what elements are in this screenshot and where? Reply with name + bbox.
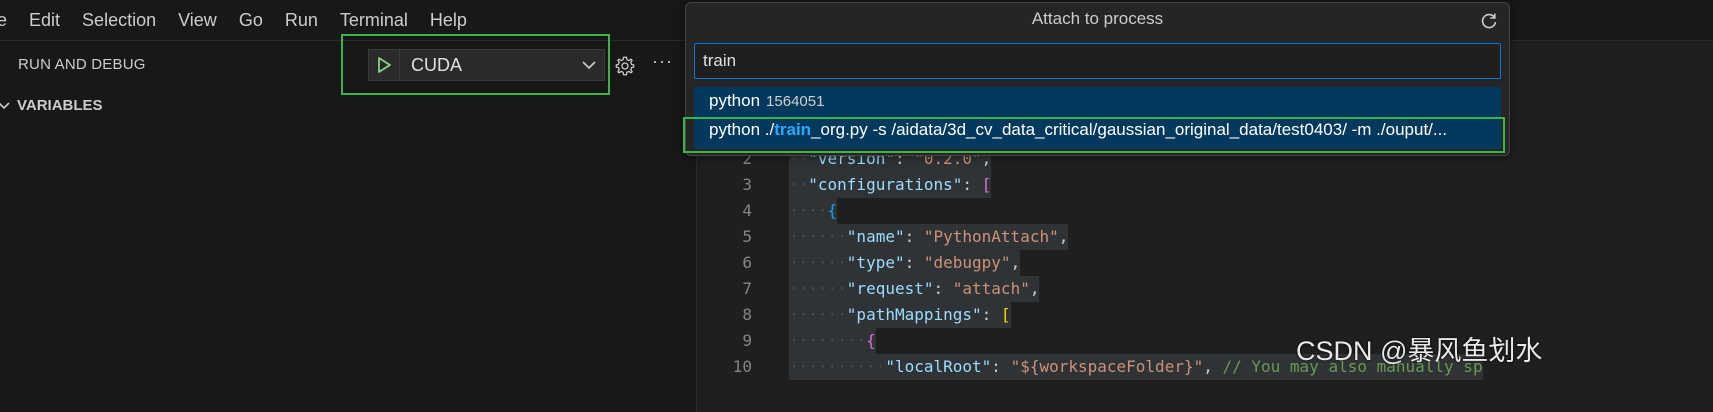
indent-whitespace: ········ [789,331,867,350]
refresh-icon[interactable] [1479,11,1499,31]
code-token: "name" [846,227,905,246]
code-token: "configurations" [808,175,963,194]
code-token: "request" [846,279,934,298]
line-number: 7 [742,279,752,298]
menu-help[interactable]: Help [430,10,467,31]
code-text: ··"configurations": [ [789,172,992,198]
menu-edit[interactable]: Edit [29,10,60,31]
process-filter-input[interactable] [694,43,1501,79]
code-token: , [1029,279,1040,298]
code-token: "attach" [952,279,1030,298]
code-token: "pathMappings" [846,305,982,324]
line-number: 4 [742,201,752,220]
code-token: "PythonAttach" [923,227,1059,246]
indent-whitespace: ···· [789,201,828,220]
indent-whitespace: ·· [789,175,809,194]
menu-go[interactable]: Go [239,10,263,31]
launch-config-highlight-box [341,34,610,95]
indent-whitespace: ······ [789,253,847,272]
code-token: : [933,279,953,298]
code-token: : [991,357,1011,376]
process-name: python [709,91,761,110]
code-token: , [1058,227,1069,246]
chevron-down-icon [0,102,10,110]
code-token: , [1010,253,1021,272]
csdn-watermark: CSDN @暴风鱼划水 [1296,336,1543,366]
line-number: 9 [742,331,752,350]
variables-label: VARIABLES [17,96,103,114]
code-text: ······"type": "debugpy", [789,250,1021,276]
indent-whitespace: ······ [789,279,847,298]
menu-terminal[interactable]: Terminal [340,10,408,31]
code-text: ······"request": "attach", [789,276,1040,302]
indent-whitespace: ······ [789,305,847,324]
code-token: [ [1000,305,1011,324]
code-token: : [962,175,982,194]
indent-whitespace: ······ [789,227,847,246]
code-token: : [904,253,924,272]
line-number: 5 [742,227,752,246]
code-token: , [1203,357,1223,376]
command-line-highlight-box [683,117,1505,153]
indent-whitespace: ·········· [789,357,886,376]
line-number: 10 [732,357,752,376]
code-text: ····{ [789,198,838,224]
line-number: 3 [742,175,752,194]
code-text: ······"name": "PythonAttach", [789,224,1069,250]
more-actions-icon[interactable]: ··· [652,51,673,72]
menu-selection[interactable]: Selection [82,10,156,31]
code-text: ······"pathMappings": [ [789,302,1011,328]
line-number: 8 [742,305,752,324]
process-id: 1564051 [766,93,825,110]
gear-icon[interactable] [614,55,636,77]
sidebar-title: RUN AND DEBUG [18,56,146,73]
menu-run[interactable]: Run [285,10,318,31]
code-token: "debugpy" [923,253,1011,272]
code-token: "localRoot" [885,357,992,376]
line-number: 6 [742,253,752,272]
code-token: { [866,331,876,350]
quickpick-title: Attach to process [1031,9,1164,28]
variables-section-header[interactable]: VARIABLES [0,95,103,115]
code-token: "${workspaceFolder}" [1010,357,1204,376]
code-token: : [981,305,1001,324]
menu-file[interactable]: e [0,10,7,31]
code-token: [ [981,175,992,194]
code-token: : [904,227,924,246]
code-text: ········{ [789,328,876,354]
menu-view[interactable]: View [178,10,217,31]
code-token: "type" [846,253,905,272]
code-token: { [827,201,838,220]
process-item-python[interactable]: python 1564051 [709,91,824,111]
run-debug-sidebar: RUN AND DEBUG CUDA ··· VARIABLES [0,34,697,412]
